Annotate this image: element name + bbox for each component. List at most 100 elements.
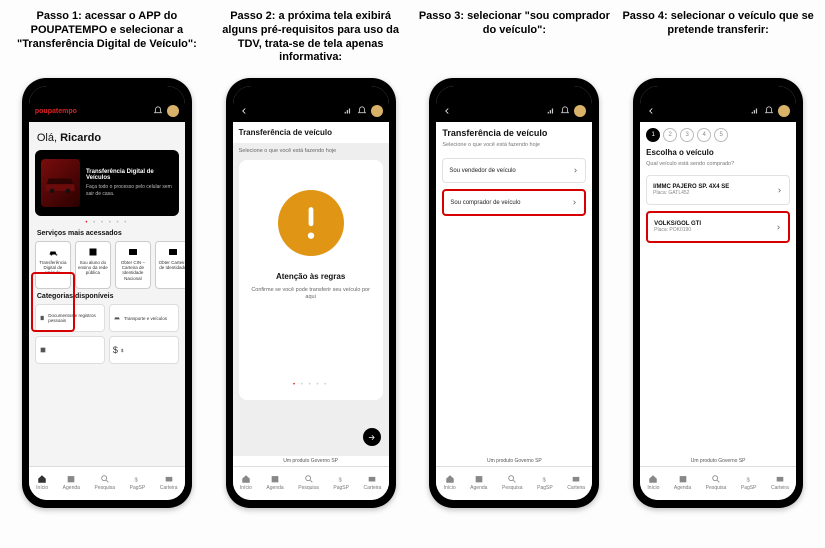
signal-icon — [750, 106, 760, 116]
step-3-title: Passo 3: selecionar "sou comprador do ve… — [417, 10, 612, 66]
avatar[interactable] — [778, 105, 790, 117]
stepper: 1 2 3 4 5 — [646, 128, 790, 142]
tile-identidade[interactable]: Obter Carteira de Identidade — [155, 241, 185, 289]
nav-wallet[interactable]: Carteira — [160, 474, 178, 491]
nav-agenda[interactable]: Agenda — [674, 474, 691, 491]
notification-icon[interactable] — [357, 106, 367, 116]
back-icon[interactable] — [442, 106, 452, 116]
nav-agenda[interactable]: Agenda — [470, 474, 487, 491]
app-header — [640, 100, 796, 122]
modal-dots: • • • • • — [293, 382, 328, 388]
rules-modal: Atenção às regras Confirme se você pode … — [239, 160, 383, 400]
cat-4[interactable]: $$ — [109, 336, 179, 364]
app-header — [233, 100, 389, 122]
bottom-nav: Início Agenda Pesquisa $PagSP Carteira — [436, 466, 592, 500]
nav-pay[interactable]: $PagSP — [130, 474, 146, 491]
step-indicator-1: 1 — [646, 128, 660, 142]
step-4-title: Passo 4: selecionar o veículo que se pre… — [621, 10, 816, 66]
cat-3[interactable] — [35, 336, 105, 364]
tile-cin[interactable]: Obter CIN – Carteira de Identidade Nacio… — [115, 241, 151, 289]
svg-text:$: $ — [542, 478, 546, 484]
option-comprador[interactable]: Sou comprador de veículo — [442, 189, 586, 216]
chevron-right-icon — [776, 187, 783, 194]
step-indicator-5: 5 — [714, 128, 728, 142]
app-header — [436, 100, 592, 122]
hero-subtitle: Faça todo o processo pelo celular sem sa… — [86, 184, 173, 197]
option-vendedor[interactable]: Sou vendedor de veículo — [442, 158, 586, 183]
screen-subtitle: Selecione o que você está fazendo hoje — [442, 142, 586, 148]
choose-vehicle-sub: Qual veículo está sendo comprado? — [646, 161, 790, 167]
svg-text:$: $ — [135, 478, 139, 484]
bottom-nav: Início Agenda Pesquisa $PagSP Carteira — [233, 466, 389, 500]
tile-aluno[interactable]: Sou aluno do ensino da rede pública — [75, 241, 111, 289]
app-header: poupatempo — [29, 100, 185, 122]
svg-text:$: $ — [339, 478, 343, 484]
hero-card[interactable]: Transferência Digital de Veículos Faça t… — [35, 150, 179, 216]
notification-icon[interactable] — [764, 106, 774, 116]
chevron-right-icon — [571, 199, 578, 206]
modal-title: Atenção às regras — [276, 272, 345, 281]
phone-mockup-4: 1 2 3 4 5 Escolha o veículo Qual veículo… — [633, 78, 803, 508]
nav-pay[interactable]: $PagSP — [741, 474, 757, 491]
tile-transferencia[interactable]: Transferência Digital de Veículo — [35, 241, 71, 289]
back-icon[interactable] — [646, 106, 656, 116]
nav-home[interactable]: Início — [36, 474, 48, 491]
signal-icon — [343, 106, 353, 116]
section-services-label: Serviços mais acessados — [37, 230, 177, 237]
greeting: Olá, Ricardo — [37, 132, 177, 144]
avatar[interactable] — [371, 105, 383, 117]
nav-home[interactable]: Início — [647, 474, 659, 491]
bottom-nav: Início Agenda Pesquisa $PagSP Carteira — [640, 466, 796, 500]
avatar[interactable] — [167, 105, 179, 117]
phone-mockup-1: poupatempo Olá, Ricardo Transferência Di… — [22, 78, 192, 508]
avatar[interactable] — [574, 105, 586, 117]
chevron-right-icon — [775, 224, 782, 231]
svg-text:$: $ — [746, 478, 750, 484]
signal-icon — [546, 106, 556, 116]
hero-title: Transferência Digital de Veículos — [86, 169, 173, 181]
vehicle-2[interactable]: VOLKS/GOL GTI Placa: POK0190 — [646, 211, 790, 243]
modal-body: Confirme se você pode transferir seu veí… — [247, 287, 375, 302]
step-indicator-3: 3 — [680, 128, 694, 142]
carousel-dots: • • • • • • — [35, 220, 179, 226]
nav-search[interactable]: Pesquisa — [298, 474, 319, 491]
nav-wallet[interactable]: Carteira — [567, 474, 585, 491]
step-1-title: Passo 1: acessar o APP do POUPATEMPO e s… — [9, 10, 204, 66]
section-categories-label: Categorias disponíveis — [37, 293, 177, 300]
choose-vehicle-heading: Escolha o veículo — [646, 148, 790, 157]
car-image — [41, 159, 80, 207]
step-indicator-4: 4 — [697, 128, 711, 142]
nav-wallet[interactable]: Carteira — [364, 474, 382, 491]
notification-icon[interactable] — [153, 106, 163, 116]
nav-agenda[interactable]: Agenda — [266, 474, 283, 491]
footer-credit: Um produto Governo SP — [436, 456, 592, 466]
warning-icon — [278, 190, 344, 256]
cat-transporte[interactable]: Transporte e veículos — [109, 304, 179, 332]
bottom-nav: Início Agenda Pesquisa $PagSP Carteira — [29, 466, 185, 500]
service-tiles: Transferência Digital de Veículo Sou alu… — [35, 241, 179, 289]
screen-title: Transferência de veículo — [442, 128, 586, 138]
footer-credit: Um produto Governo SP — [640, 456, 796, 466]
step-indicator-2: 2 — [663, 128, 677, 142]
back-icon[interactable] — [239, 106, 249, 116]
vehicle-1[interactable]: I/MMC PAJERO SP. 4X4 SE Placa: GATL452 — [646, 175, 790, 205]
nav-pay[interactable]: $PagSP — [537, 474, 553, 491]
footer-credit: Um produto Governo SP — [233, 456, 389, 466]
nav-home[interactable]: Início — [240, 474, 252, 491]
nav-agenda[interactable]: Agenda — [63, 474, 80, 491]
chevron-right-icon — [572, 167, 579, 174]
nav-home[interactable]: Início — [444, 474, 456, 491]
brand-logo: poupatempo — [35, 108, 77, 115]
next-button[interactable] — [363, 428, 381, 446]
nav-search[interactable]: Pesquisa — [502, 474, 523, 491]
nav-search[interactable]: Pesquisa — [94, 474, 115, 491]
step-2-title: Passo 2: a próxima tela exibirá alguns p… — [213, 10, 408, 66]
screen-subtitle: Selecione o que você está fazendo hoje — [239, 143, 383, 160]
nav-wallet[interactable]: Carteira — [771, 474, 789, 491]
screen-title: Transferência de veículo — [233, 122, 389, 143]
nav-pay[interactable]: $PagSP — [333, 474, 349, 491]
notification-icon[interactable] — [560, 106, 570, 116]
cat-documentos[interactable]: Documentos e registros pessoais — [35, 304, 105, 332]
nav-search[interactable]: Pesquisa — [706, 474, 727, 491]
phone-mockup-3: Transferência de veículo Selecione o que… — [429, 78, 599, 508]
